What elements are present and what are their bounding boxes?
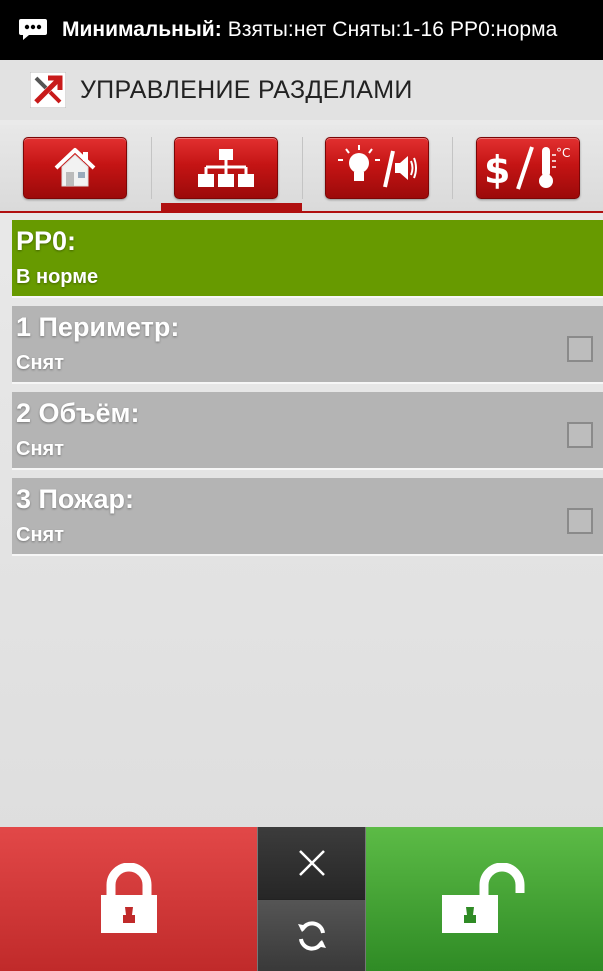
hierarchy-icon (198, 149, 255, 187)
partition-name: 2 Объём: (16, 398, 140, 428)
status-bar: Минимальный: Взяты:нет Сняты:1-16 PP0:но… (0, 0, 603, 60)
status-text: Взяты:нет Сняты:1-16 PP0:норма (227, 18, 558, 41)
tab-devices[interactable] (301, 125, 453, 211)
partition-state: Снят (16, 524, 64, 546)
action-bar: УПРАВЛЕНИЕ РАЗДЕЛАМИ (0, 60, 603, 120)
lock-closed-icon (100, 863, 157, 933)
svg-text:°C: °C (556, 146, 570, 160)
tab-finance-climate-button[interactable]: $ °C (475, 137, 580, 199)
chat-bubble-icon (19, 19, 47, 40)
tab-bar: $ °C (0, 125, 603, 213)
partition-name: 3 Пожар: (16, 484, 135, 514)
tab-devices-button[interactable] (324, 137, 429, 199)
partition-name: PP0: (16, 226, 77, 256)
house-icon (54, 148, 96, 187)
tab-partitions[interactable] (150, 125, 302, 211)
svg-text:$: $ (484, 148, 510, 192)
refresh-icon (297, 920, 326, 951)
cancel-button[interactable] (258, 827, 365, 899)
refresh-button[interactable] (258, 899, 365, 971)
tab-partitions-button[interactable] (174, 137, 279, 199)
lightbulb-speaker-icon (337, 145, 417, 188)
partition-checkbox[interactable] (567, 508, 593, 534)
partition-item-2[interactable]: 2 Объём: Снят (12, 392, 603, 468)
partition-state: Снят (16, 438, 64, 460)
disarm-button[interactable] (365, 827, 603, 971)
app-logo-icon (30, 72, 66, 108)
tab-home[interactable] (0, 125, 151, 211)
arm-button[interactable] (0, 827, 258, 971)
partition-state: В норме (16, 266, 99, 288)
bottom-action-bar (0, 827, 603, 971)
partition-checkbox[interactable] (567, 422, 593, 448)
status-mode-label: Минимальный: (62, 18, 222, 41)
lock-open-icon (441, 863, 524, 933)
partition-item-pp0[interactable]: PP0: В норме (12, 220, 603, 296)
partition-name: 1 Периметр: (16, 312, 180, 342)
page-title: УПРАВЛЕНИЕ РАЗДЕЛАМИ (80, 75, 413, 104)
middle-controls (258, 827, 365, 971)
partition-item-3[interactable]: 3 Пожар: Снят (12, 478, 603, 554)
partition-state: Снят (16, 352, 64, 374)
close-icon (298, 850, 325, 876)
tab-finance-climate[interactable]: $ °C (452, 125, 603, 211)
dollar-thermometer-icon: $ °C (484, 146, 570, 192)
partition-checkbox[interactable] (567, 336, 593, 362)
partition-list: PP0: В норме 1 Периметр: Снят 2 Объём: С… (12, 220, 603, 564)
partition-item-1[interactable]: 1 Периметр: Снят (12, 306, 603, 382)
tab-home-button[interactable] (23, 137, 128, 199)
